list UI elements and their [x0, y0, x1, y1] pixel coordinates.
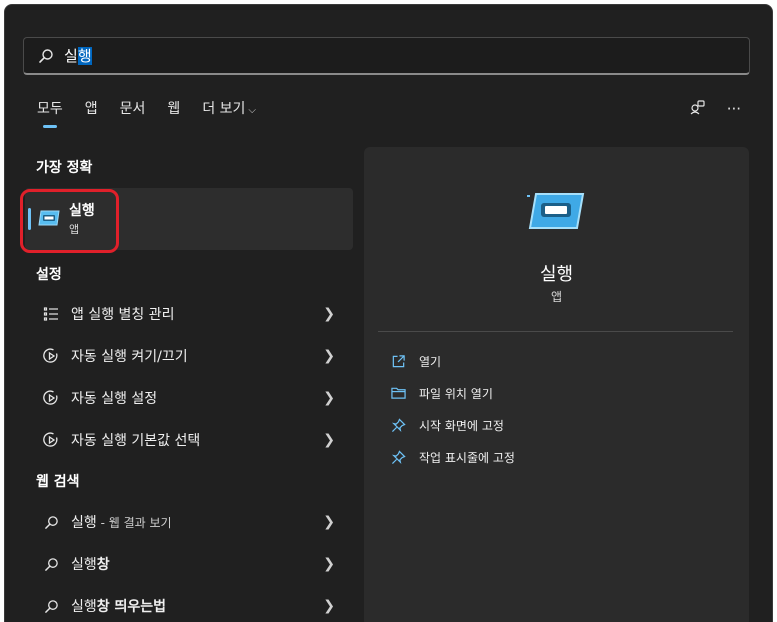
action-label: 시작 화면에 고정 [419, 418, 504, 433]
run-app-icon [527, 193, 585, 229]
pin-icon [390, 449, 406, 465]
startup-icon [40, 390, 62, 406]
preview-pane: 실행 앱 열기 파일 위치 열기 시작 화면에 고정 작업 표시줄에 고정 [364, 147, 749, 622]
settings-item-label: 자동 실행 기본값 선택 [71, 433, 201, 449]
list-icon [40, 306, 62, 322]
pin-icon [390, 417, 406, 433]
action-pin-taskbar[interactable]: 작업 표시줄에 고정 [390, 445, 515, 469]
action-open[interactable]: 열기 [390, 349, 441, 373]
search-icon [40, 557, 62, 572]
web-result-item[interactable]: 실행창 ❯ [25, 545, 353, 583]
search-icon [39, 48, 53, 63]
web-result-label: 실행 - 웹 결과 보기 [71, 515, 172, 531]
account-switch-icon[interactable] [689, 99, 705, 119]
chevron-down-icon: ⌵ [248, 105, 256, 116]
settings-heading: 설정 [36, 267, 62, 283]
web-search-heading: 웹 검색 [36, 474, 80, 490]
chevron-right-icon: ❯ [323, 390, 335, 406]
red-highlight-annotation [20, 189, 119, 253]
settings-item-label: 자동 실행 설정 [71, 391, 158, 407]
action-label: 파일 위치 열기 [419, 386, 493, 401]
divider [378, 331, 733, 332]
action-label: 열기 [419, 354, 442, 369]
header-actions: ··· [689, 99, 741, 119]
more-options-icon[interactable]: ··· [727, 100, 741, 118]
folder-icon [390, 385, 406, 401]
tab-documents[interactable]: 문서 [120, 98, 146, 128]
chevron-right-icon: ❯ [323, 432, 335, 448]
settings-item-alias[interactable]: 앱 실행 별칭 관리 ❯ [25, 295, 353, 333]
startup-icon [40, 432, 62, 448]
settings-item-startup-toggle[interactable]: 자동 실행 켜기/끄기 ❯ [25, 337, 353, 375]
web-result-label: 실행창 [71, 557, 110, 573]
chevron-right-icon: ❯ [323, 306, 335, 322]
chevron-right-icon: ❯ [323, 598, 335, 614]
search-icon [40, 599, 62, 614]
settings-item-startup-settings[interactable]: 자동 실행 설정 ❯ [25, 379, 353, 417]
chevron-right-icon: ❯ [323, 348, 335, 364]
search-icon [40, 515, 62, 530]
tab-apps[interactable]: 앱 [85, 98, 98, 128]
chevron-right-icon: ❯ [323, 556, 335, 572]
startup-icon [40, 348, 62, 364]
settings-item-label: 앱 실행 별칭 관리 [71, 307, 175, 323]
settings-item-startup-defaults[interactable]: 자동 실행 기본값 선택 ❯ [25, 421, 353, 459]
preview-title: 실행 [539, 264, 574, 285]
preview-type: 앱 [550, 290, 563, 304]
action-label: 작업 표시줄에 고정 [419, 450, 515, 465]
search-selection: 행 [77, 47, 92, 65]
best-match-heading: 가장 정확 [36, 160, 93, 176]
web-result-label: 실행창 띄우는법 [71, 599, 167, 615]
web-result-item[interactable]: 실행창 띄우는법 ❯ [25, 587, 353, 622]
web-result-item[interactable]: 실행 - 웹 결과 보기 ❯ [25, 503, 353, 541]
search-box[interactable]: 실행 [23, 37, 750, 75]
filter-tabs: 모두 앱 문서 웹 더 보기 ⌵ [37, 98, 278, 128]
tab-web[interactable]: 웹 [167, 98, 180, 128]
tab-more[interactable]: 더 보기 ⌵ [202, 98, 256, 128]
settings-item-label: 자동 실행 켜기/끄기 [71, 349, 188, 365]
action-open-file-location[interactable]: 파일 위치 열기 [390, 381, 493, 405]
action-pin-start[interactable]: 시작 화면에 고정 [390, 413, 504, 437]
tab-all[interactable]: 모두 [37, 98, 63, 128]
chevron-right-icon: ❯ [323, 514, 335, 530]
search-input[interactable]: 실행 [64, 45, 92, 66]
open-icon [390, 353, 406, 369]
